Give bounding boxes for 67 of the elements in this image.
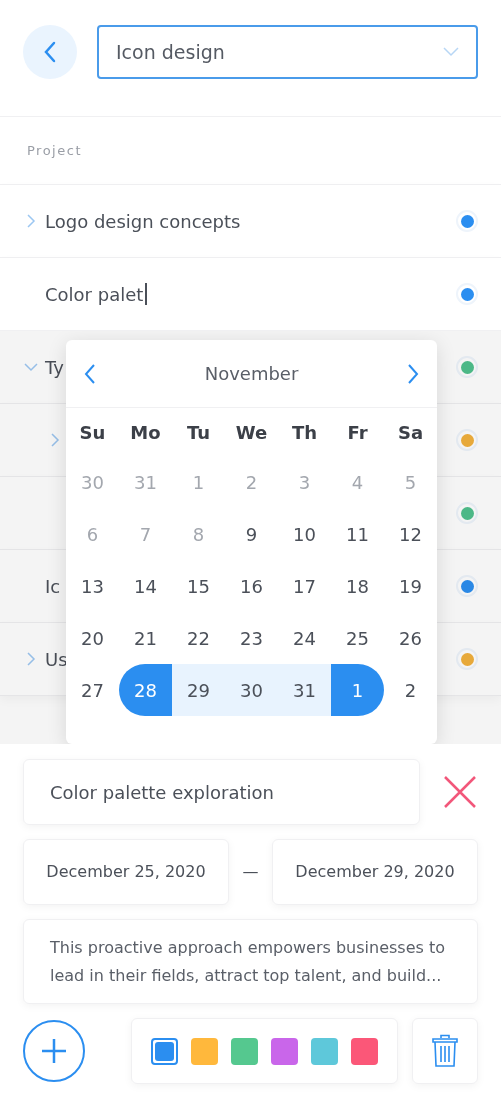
month-title: November (204, 362, 299, 386)
row-label: Ic (45, 574, 61, 599)
close-icon (443, 775, 477, 809)
row-label: Color palet (45, 282, 144, 307)
calendar-day[interactable]: 19 (384, 560, 437, 612)
close-button[interactable] (442, 774, 478, 810)
section-label: Project (27, 141, 82, 160)
weekday-label: Fr (347, 420, 368, 445)
calendar-day[interactable]: 24 (278, 612, 331, 664)
date-separator: — (241, 861, 260, 883)
calendar-day[interactable]: 21 (119, 612, 172, 664)
description-field[interactable]: This proactive approach empowers businesses to lead in their fields, attract top talent, and build... (23, 919, 478, 1004)
calendar-day[interactable]: 18 (331, 560, 384, 612)
calendar-day[interactable]: 10 (278, 508, 331, 560)
calendar-day[interactable]: 9 (225, 508, 278, 560)
calendar-day[interactable]: 11 (331, 508, 384, 560)
row-label: Logo design concepts (45, 209, 241, 234)
calendar-day[interactable]: 27 (66, 664, 119, 716)
calendar-day[interactable]: 2 (384, 664, 437, 716)
calendar-day[interactable]: 17 (278, 560, 331, 612)
chevron-right-icon[interactable] (24, 652, 38, 666)
chevron-left-icon (43, 41, 57, 63)
weekday-label: Tu (186, 420, 211, 445)
add-button[interactable] (23, 1020, 85, 1082)
calendar-day[interactable]: 14 (119, 560, 172, 612)
chevron-right-icon[interactable] (48, 433, 62, 447)
chevron-down-icon[interactable] (24, 360, 38, 374)
color-swatch[interactable] (311, 1037, 338, 1065)
color-swatch[interactable] (271, 1037, 298, 1065)
row-label: Us (45, 647, 68, 672)
weekday-label: Su (79, 420, 106, 445)
weekday-label: We (235, 420, 268, 445)
calendar-day[interactable]: 23 (225, 612, 278, 664)
calendar-day[interactable]: 20 (66, 612, 119, 664)
row-label: Ty (45, 355, 64, 380)
start-date-field[interactable]: December 25, 2020 (23, 839, 229, 905)
color-swatch[interactable] (351, 1037, 378, 1065)
calendar-day[interactable]: 25 (331, 612, 384, 664)
project-select[interactable]: Icon design (97, 25, 478, 79)
weekday-label: Th (291, 420, 318, 445)
weekday-label: Sa (397, 420, 424, 445)
trash-icon (432, 1034, 458, 1068)
calendar-day[interactable]: 22 (172, 612, 225, 664)
chevron-right-icon (407, 363, 419, 384)
chevron-right-icon[interactable] (24, 214, 38, 228)
weekday-label: Mo (130, 420, 161, 445)
calendar-day[interactable]: 13 (66, 560, 119, 612)
calendar-day[interactable]: 16 (225, 560, 278, 612)
calendar-day[interactable]: 30 (225, 664, 278, 716)
delete-button[interactable] (412, 1018, 478, 1084)
chevron-left-icon (84, 363, 96, 384)
project-row[interactable]: Logo design concepts (0, 185, 501, 258)
back-button[interactable] (23, 25, 77, 79)
project-row[interactable]: Color palet (0, 258, 501, 331)
color-swatch[interactable] (191, 1037, 218, 1065)
calendar-day[interactable]: 26 (384, 612, 437, 664)
chevron-down-icon (443, 47, 459, 57)
end-date-field[interactable]: December 29, 2020 (272, 839, 478, 905)
calendar-day[interactable]: 15 (172, 560, 225, 612)
select-value: Icon design (116, 39, 225, 65)
name-field[interactable]: Color palette exploration (23, 759, 420, 825)
calendar-day[interactable]: 31 (278, 664, 331, 716)
color-swatch[interactable] (151, 1037, 178, 1065)
calendar-day[interactable]: 12 (384, 508, 437, 560)
plus-icon (41, 1038, 67, 1064)
calendar-day[interactable]: 29 (172, 664, 225, 716)
color-swatch[interactable] (231, 1037, 258, 1065)
